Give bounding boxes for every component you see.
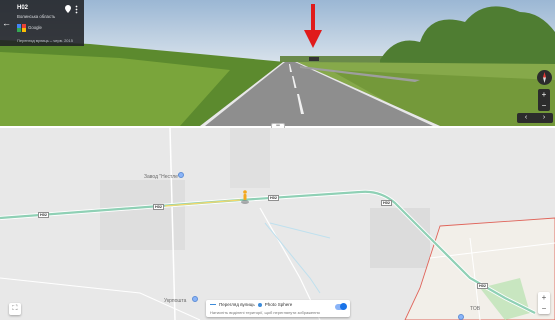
place-label-nestle[interactable]: Завод "Нестле": [144, 174, 180, 180]
post-office-poi-icon[interactable]: [192, 296, 198, 302]
previous-photo-button[interactable]: ‹: [517, 113, 535, 123]
road-shield: H02: [477, 283, 488, 289]
road-shield: H02: [268, 195, 279, 201]
street-view-zoom-control: + −: [538, 89, 550, 111]
photo-sphere-toggle[interactable]: [335, 303, 347, 310]
street-view-panorama[interactable]: ← H02 Волинська область Google Перегляд …: [0, 0, 555, 126]
provider-label: Google: [28, 25, 42, 30]
street-view-app: ← H02 Волинська область Google Перегляд …: [0, 0, 555, 320]
more-options-icon[interactable]: [75, 5, 78, 14]
google-contributor-icon: [17, 24, 26, 32]
company-poi-icon[interactable]: [458, 314, 464, 320]
map-canvas[interactable]: [0, 128, 555, 320]
road-shield: H02: [38, 212, 49, 218]
road-name: H02: [17, 5, 29, 11]
region-label: Волинська область: [17, 14, 56, 19]
photo-navigation: ‹ ›: [517, 113, 553, 123]
legend-street-view: Перегляд вулиць: [219, 302, 255, 307]
expand-icon[interactable]: ⛶: [9, 303, 21, 315]
map-zoom-control: + −: [538, 292, 550, 314]
next-photo-button[interactable]: ›: [535, 113, 553, 123]
road-shield: H02: [153, 204, 164, 210]
capture-date: Перегляд вулиць – черв. 2015: [17, 38, 73, 43]
place-label-company[interactable]: ТОВ: [470, 306, 480, 312]
pegman-icon[interactable]: [241, 190, 249, 204]
back-arrow-icon[interactable]: ←: [2, 18, 11, 28]
compass-icon[interactable]: [537, 70, 552, 85]
street-view-legend: Перегляд вулиць Photo Sphere Натисніть в…: [206, 300, 350, 317]
place-label-ukrposhta[interactable]: Укрпошта: [164, 298, 186, 304]
map-zoom-in-button[interactable]: +: [538, 292, 550, 303]
street-view-line-icon: [210, 303, 216, 306]
map-pin-icon[interactable]: [65, 5, 71, 13]
map-view[interactable]: Завод "Нестле" Укрпошта ТОВ H02 H02 H02 …: [0, 128, 555, 320]
zoom-out-button[interactable]: −: [538, 100, 550, 111]
map-zoom-out-button[interactable]: −: [538, 303, 550, 314]
legend-hint: Натисніть виділені території, щоб перегл…: [210, 310, 320, 315]
legend-photo-sphere: Photo Sphere: [264, 302, 293, 307]
road-shield: H02: [381, 200, 392, 206]
factory-poi-icon[interactable]: [178, 172, 184, 178]
location-info-card: ← H02 Волинська область Google Перегляд …: [0, 0, 84, 46]
photo-sphere-dot-icon: [257, 302, 262, 307]
zoom-in-button[interactable]: +: [538, 89, 550, 100]
